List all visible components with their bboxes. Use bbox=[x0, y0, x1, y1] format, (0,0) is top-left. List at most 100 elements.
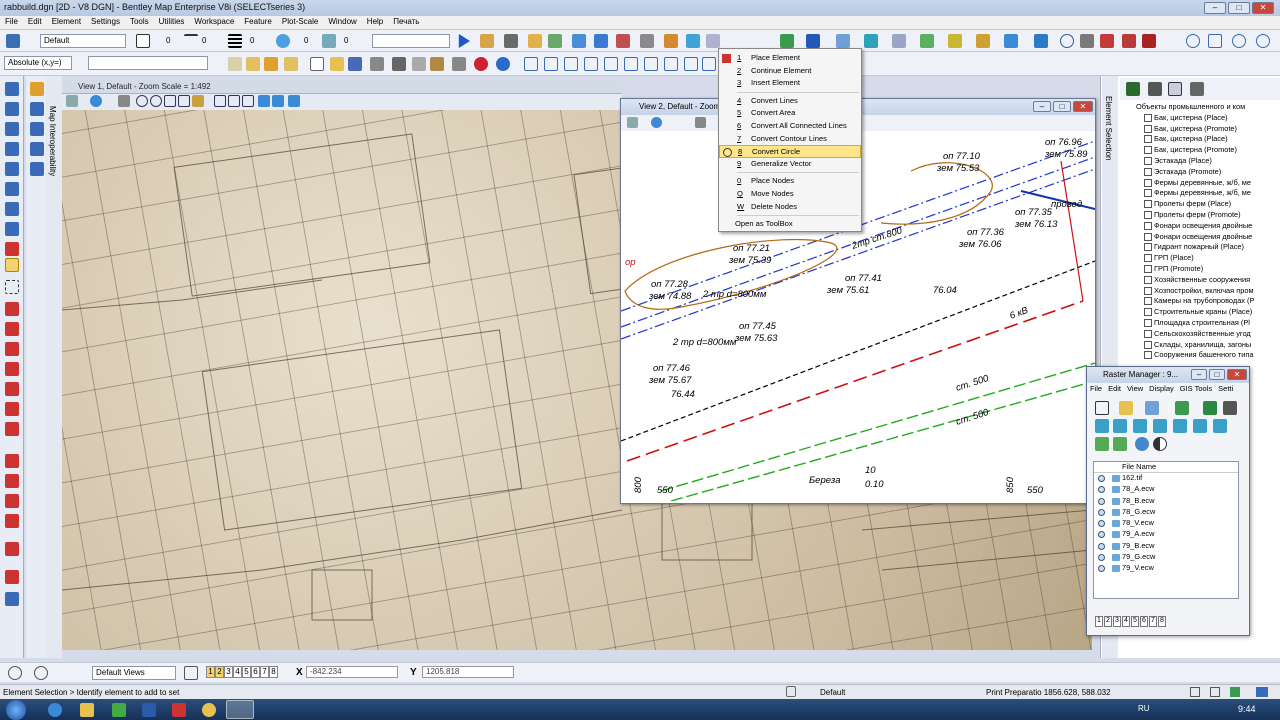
tool-icon[interactable] bbox=[548, 34, 562, 48]
transparency-icon[interactable] bbox=[276, 34, 290, 48]
back-icon[interactable] bbox=[8, 666, 22, 680]
view-tool-icon[interactable] bbox=[242, 95, 254, 107]
help-icon[interactable] bbox=[496, 57, 510, 71]
undo-icon[interactable] bbox=[452, 57, 466, 71]
view-tool-icon[interactable] bbox=[66, 95, 78, 107]
maximize-button[interactable]: □ bbox=[1209, 369, 1225, 380]
tool-icon[interactable] bbox=[1080, 34, 1094, 48]
tree-item[interactable]: Камеры на трубопроводах (P bbox=[1124, 296, 1280, 307]
tree-item[interactable]: Хозяйственные сооружения bbox=[1124, 275, 1280, 286]
tool-icon[interactable] bbox=[1034, 34, 1048, 48]
raster-file-row[interactable]: 78_B.ecw bbox=[1094, 496, 1238, 507]
ie-icon[interactable] bbox=[48, 703, 62, 717]
tree-item[interactable]: Сельскохозяйственные угод bbox=[1124, 329, 1280, 340]
tool-icon[interactable] bbox=[1232, 34, 1246, 48]
zoom-out-icon[interactable] bbox=[150, 95, 162, 107]
tree-item[interactable]: Эстакада (Place) bbox=[1124, 156, 1280, 167]
minimize-button[interactable]: – bbox=[1191, 369, 1207, 380]
tool-icon[interactable] bbox=[5, 402, 19, 416]
display-toggle-icon[interactable] bbox=[1098, 531, 1105, 539]
priority-index[interactable]: 0 bbox=[344, 36, 348, 45]
tool-icon[interactable] bbox=[780, 34, 794, 48]
paste-icon[interactable] bbox=[430, 57, 444, 71]
tool-icon[interactable] bbox=[1193, 419, 1207, 433]
tool-icon[interactable] bbox=[640, 34, 654, 48]
new-file-icon[interactable] bbox=[310, 57, 324, 71]
menu-file[interactable]: File bbox=[0, 16, 23, 27]
tool-icon[interactable] bbox=[616, 34, 630, 48]
tool-icon[interactable] bbox=[5, 82, 19, 96]
map-interoperability-tab[interactable]: Map Interoperability bbox=[46, 76, 62, 658]
menu-item-move-nodes[interactable]: Q Move Nodes bbox=[719, 188, 861, 201]
tool-icon[interactable] bbox=[1173, 419, 1187, 433]
language-indicator[interactable]: RU bbox=[1138, 704, 1150, 713]
display-toggle-icon[interactable] bbox=[1098, 497, 1105, 505]
menu-item-convert-contour-lines[interactable]: 7 Convert Contour Lines bbox=[719, 133, 861, 146]
tool-icon[interactable] bbox=[836, 34, 850, 48]
tool-icon[interactable] bbox=[892, 34, 906, 48]
tree-item[interactable]: Бак, цистерна (Promote) bbox=[1124, 145, 1280, 156]
tool-icon[interactable] bbox=[246, 57, 260, 71]
view-toggle[interactable]: 3 bbox=[1113, 616, 1121, 627]
tool-icon[interactable] bbox=[1153, 419, 1167, 433]
raster-file-row[interactable]: 78_V.ecw bbox=[1094, 518, 1238, 529]
menu-item-convert-area[interactable]: 5 Convert Area bbox=[719, 107, 861, 120]
tool-icon[interactable] bbox=[1113, 419, 1127, 433]
pan-icon[interactable] bbox=[192, 95, 204, 107]
tool-icon[interactable] bbox=[1133, 419, 1147, 433]
tool-icon[interactable] bbox=[1142, 34, 1156, 48]
word-icon[interactable] bbox=[142, 703, 156, 717]
menu-tools[interactable]: Tools bbox=[125, 16, 154, 27]
tool-icon[interactable] bbox=[30, 142, 44, 156]
menu-feature[interactable]: Feature bbox=[239, 16, 277, 27]
view-number[interactable]: 2 bbox=[215, 666, 224, 678]
save-icon[interactable] bbox=[348, 57, 362, 71]
level-manager-icon[interactable] bbox=[6, 34, 20, 48]
view-number[interactable]: 4 bbox=[233, 666, 242, 678]
tool-icon[interactable] bbox=[594, 34, 608, 48]
tool-icon[interactable] bbox=[864, 34, 878, 48]
menu-print[interactable]: Печать bbox=[388, 16, 424, 27]
raster-file-row[interactable]: 79_V.ecw bbox=[1094, 563, 1238, 574]
menu-item-place-nodes[interactable]: 0 Place Nodes bbox=[719, 175, 861, 188]
tree-item[interactable]: Сооружения башенного типа bbox=[1124, 350, 1280, 361]
forward-icon[interactable] bbox=[34, 666, 48, 680]
tool-icon[interactable] bbox=[30, 102, 44, 116]
raster-menu-file[interactable]: File bbox=[1087, 384, 1105, 393]
view-tool-icon[interactable] bbox=[258, 95, 270, 107]
raster-menu-gis-tools[interactable]: GIS Tools bbox=[1177, 384, 1215, 393]
line-style-icon[interactable] bbox=[184, 34, 198, 48]
clock[interactable]: 9:44 bbox=[1238, 704, 1256, 714]
column-header-file-name[interactable]: File Name bbox=[1094, 462, 1238, 473]
menu-item-continue-element[interactable]: 2 Continue Element bbox=[719, 65, 861, 78]
contrast-icon[interactable] bbox=[1153, 437, 1167, 451]
tool-icon[interactable] bbox=[5, 542, 19, 556]
tree-item[interactable]: Фермы деревянные, ж/б, ме bbox=[1124, 188, 1280, 199]
menu-utilities[interactable]: Utilities bbox=[154, 16, 190, 27]
views-combo[interactable]: Default Views bbox=[92, 666, 176, 680]
close-button[interactable]: ✕ bbox=[1252, 2, 1274, 14]
lock-icon[interactable] bbox=[786, 686, 796, 697]
print-icon[interactable] bbox=[370, 57, 384, 71]
raster-file-row[interactable]: 78_G.ecw bbox=[1094, 507, 1238, 518]
tool-icon[interactable] bbox=[30, 82, 44, 96]
tool-icon[interactable] bbox=[1113, 437, 1127, 451]
tool-icon[interactable] bbox=[30, 122, 44, 136]
globe-icon[interactable] bbox=[474, 57, 488, 71]
tool-icon[interactable] bbox=[5, 322, 19, 336]
weight-index[interactable]: 0 bbox=[250, 36, 254, 45]
tool-icon[interactable] bbox=[5, 222, 19, 236]
zoom-in-icon[interactable] bbox=[136, 95, 148, 107]
tool-icon[interactable] bbox=[1223, 401, 1237, 415]
display-toggle-icon[interactable] bbox=[1098, 554, 1105, 562]
accudraw-mode-combo[interactable]: Absolute (x,y=) bbox=[4, 56, 72, 70]
tree-root[interactable]: Объекты промышленного и ком bbox=[1124, 102, 1280, 113]
menu-edit[interactable]: Edit bbox=[23, 16, 47, 27]
tool-icon[interactable] bbox=[976, 34, 990, 48]
minimize-button[interactable]: – bbox=[1033, 101, 1051, 112]
display-toggle-icon[interactable] bbox=[1098, 542, 1105, 550]
status-icon[interactable] bbox=[1256, 687, 1268, 697]
raster-manager-titlebar[interactable]: Raster Manager : 9... – □ ✕ bbox=[1087, 367, 1249, 383]
play-icon[interactable] bbox=[458, 34, 470, 48]
transparency-index[interactable]: 0 bbox=[304, 36, 308, 45]
